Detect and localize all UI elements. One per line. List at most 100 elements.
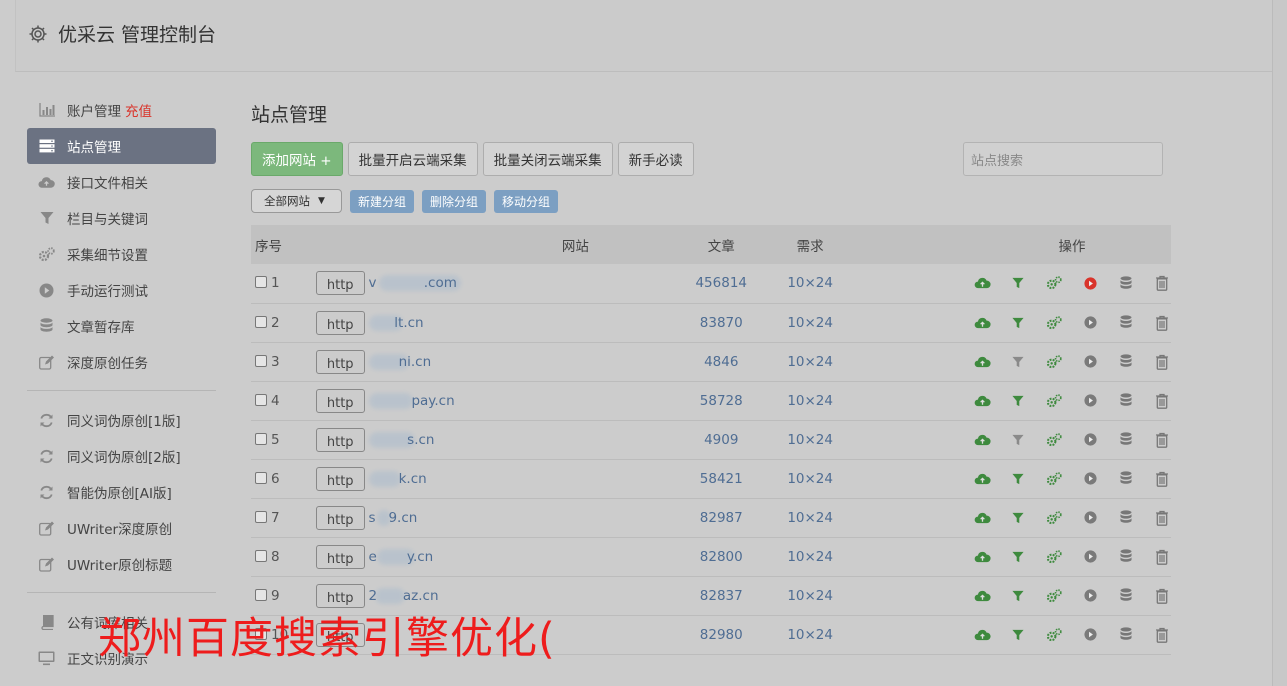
- filter-icon[interactable]: [1009, 509, 1027, 527]
- sidebar-item-ai-rewrite[interactable]: 智能伪原创[AI版]: [27, 474, 216, 510]
- site-domain[interactable]: s 9.cn: [369, 509, 417, 526]
- demand-value[interactable]: 10×24: [787, 264, 833, 303]
- article-count[interactable]: 83870: [655, 303, 787, 342]
- cloud-upload-icon[interactable]: [973, 392, 991, 410]
- demand-value[interactable]: 10×24: [787, 381, 833, 420]
- filter-icon[interactable]: [1009, 353, 1027, 371]
- scheme-badge[interactable]: http: [315, 310, 365, 335]
- article-count[interactable]: 456814: [655, 264, 787, 303]
- database-icon[interactable]: [1117, 274, 1135, 292]
- trash-icon[interactable]: [1153, 353, 1171, 371]
- database-icon[interactable]: [1117, 587, 1135, 605]
- sidebar-item-account[interactable]: 账户管理 充值: [27, 92, 216, 128]
- database-icon[interactable]: [1117, 431, 1135, 449]
- site-domain[interactable]: ni.cn: [368, 353, 431, 370]
- play-icon[interactable]: [1081, 548, 1099, 566]
- row-checkbox[interactable]: [255, 354, 267, 367]
- move-group-button[interactable]: 移动分组: [494, 189, 559, 213]
- demand-value[interactable]: 10×24: [787, 420, 833, 459]
- row-checkbox[interactable]: [255, 315, 267, 328]
- site-domain[interactable]: 2 az.cn: [369, 587, 439, 604]
- trash-icon[interactable]: [1153, 314, 1171, 332]
- cogs-icon[interactable]: [1045, 509, 1063, 527]
- filter-icon[interactable]: [1009, 274, 1027, 292]
- database-icon[interactable]: [1117, 470, 1135, 488]
- filter-icon[interactable]: [1009, 587, 1027, 605]
- scheme-badge[interactable]: http: [315, 427, 365, 452]
- filter-icon[interactable]: [1009, 431, 1027, 449]
- database-icon[interactable]: [1117, 509, 1135, 527]
- article-count[interactable]: 82987: [655, 498, 787, 537]
- sidebar-item-deep-original[interactable]: 深度原创任务: [27, 344, 216, 380]
- sidebar-item-synonym-v2[interactable]: 同义词伪原创[2版]: [27, 438, 216, 474]
- play-icon[interactable]: [1081, 392, 1099, 410]
- trash-icon[interactable]: [1153, 431, 1171, 449]
- row-checkbox[interactable]: [255, 549, 267, 562]
- site-domain[interactable]: e y.cn: [369, 548, 433, 565]
- trash-icon[interactable]: [1153, 392, 1171, 410]
- add-site-button[interactable]: 添加网站 +: [251, 142, 343, 176]
- database-icon[interactable]: [1117, 626, 1135, 644]
- site-domain[interactable]: lt.cn: [368, 314, 424, 331]
- article-count[interactable]: 58728: [655, 381, 787, 420]
- play-icon[interactable]: [1081, 353, 1099, 371]
- demand-value[interactable]: 10×24: [787, 342, 833, 381]
- play-icon[interactable]: [1081, 626, 1099, 644]
- play-icon[interactable]: [1081, 431, 1099, 449]
- scheme-badge[interactable]: http: [315, 271, 365, 296]
- article-count[interactable]: 4909: [655, 420, 787, 459]
- cloud-upload-icon[interactable]: [973, 587, 991, 605]
- sidebar-item-article-store[interactable]: 文章暂存库: [27, 308, 216, 344]
- filter-icon[interactable]: [1009, 470, 1027, 488]
- cloud-upload-icon[interactable]: [973, 431, 991, 449]
- sidebar-item-uwriter-deep[interactable]: UWriter深度原创: [27, 510, 216, 546]
- cogs-icon[interactable]: [1045, 353, 1063, 371]
- row-checkbox[interactable]: [255, 432, 267, 445]
- play-icon[interactable]: [1081, 314, 1099, 332]
- new-group-button[interactable]: 新建分组: [350, 189, 415, 213]
- row-checkbox[interactable]: [255, 588, 267, 601]
- recharge-link[interactable]: 充值: [125, 100, 152, 120]
- demand-value[interactable]: 10×24: [787, 537, 833, 576]
- scheme-badge[interactable]: http: [315, 466, 365, 491]
- sidebar-item-interface-files[interactable]: 接口文件相关: [27, 164, 216, 200]
- play-icon[interactable]: [1081, 509, 1099, 527]
- play-icon[interactable]: [1081, 274, 1099, 292]
- sidebar-item-sites[interactable]: 站点管理: [27, 128, 216, 164]
- cloud-upload-icon[interactable]: [973, 314, 991, 332]
- row-checkbox[interactable]: [255, 276, 267, 289]
- filter-icon[interactable]: [1009, 392, 1027, 410]
- cogs-icon[interactable]: [1045, 431, 1063, 449]
- demand-value[interactable]: 10×24: [787, 576, 833, 615]
- batch-close-cloud-button[interactable]: 批量关闭云端采集: [482, 142, 613, 176]
- cogs-icon[interactable]: [1045, 587, 1063, 605]
- cogs-icon[interactable]: [1045, 548, 1063, 566]
- database-icon[interactable]: [1117, 548, 1135, 566]
- cloud-upload-icon[interactable]: [973, 548, 991, 566]
- demand-value[interactable]: 10×24: [787, 459, 833, 498]
- site-search-input[interactable]: 站点搜索: [963, 142, 1163, 176]
- scheme-badge[interactable]: http: [315, 544, 365, 569]
- trash-icon[interactable]: [1153, 626, 1171, 644]
- trash-icon[interactable]: [1153, 548, 1171, 566]
- play-icon[interactable]: [1081, 587, 1099, 605]
- row-checkbox[interactable]: [255, 393, 267, 406]
- row-checkbox[interactable]: [255, 510, 267, 523]
- trash-icon[interactable]: [1153, 470, 1171, 488]
- demand-value[interactable]: 10×24: [787, 498, 833, 537]
- cogs-icon[interactable]: [1045, 626, 1063, 644]
- demand-value[interactable]: 10×24: [787, 303, 833, 342]
- article-count[interactable]: 58421: [655, 459, 787, 498]
- trash-icon[interactable]: [1153, 509, 1171, 527]
- cogs-icon[interactable]: [1045, 470, 1063, 488]
- cloud-upload-icon[interactable]: [973, 509, 991, 527]
- scrollbar-track[interactable]: [1272, 0, 1287, 686]
- scheme-badge[interactable]: http: [315, 388, 365, 413]
- scheme-badge[interactable]: http: [315, 349, 365, 374]
- delete-group-button[interactable]: 删除分组: [422, 189, 487, 213]
- group-select[interactable]: 全部网站 ▼: [251, 189, 342, 213]
- sidebar-item-collect-settings[interactable]: 采集细节设置: [27, 236, 216, 272]
- trash-icon[interactable]: [1153, 587, 1171, 605]
- site-domain[interactable]: s.cn: [368, 431, 434, 448]
- site-domain[interactable]: k.cn: [368, 470, 427, 487]
